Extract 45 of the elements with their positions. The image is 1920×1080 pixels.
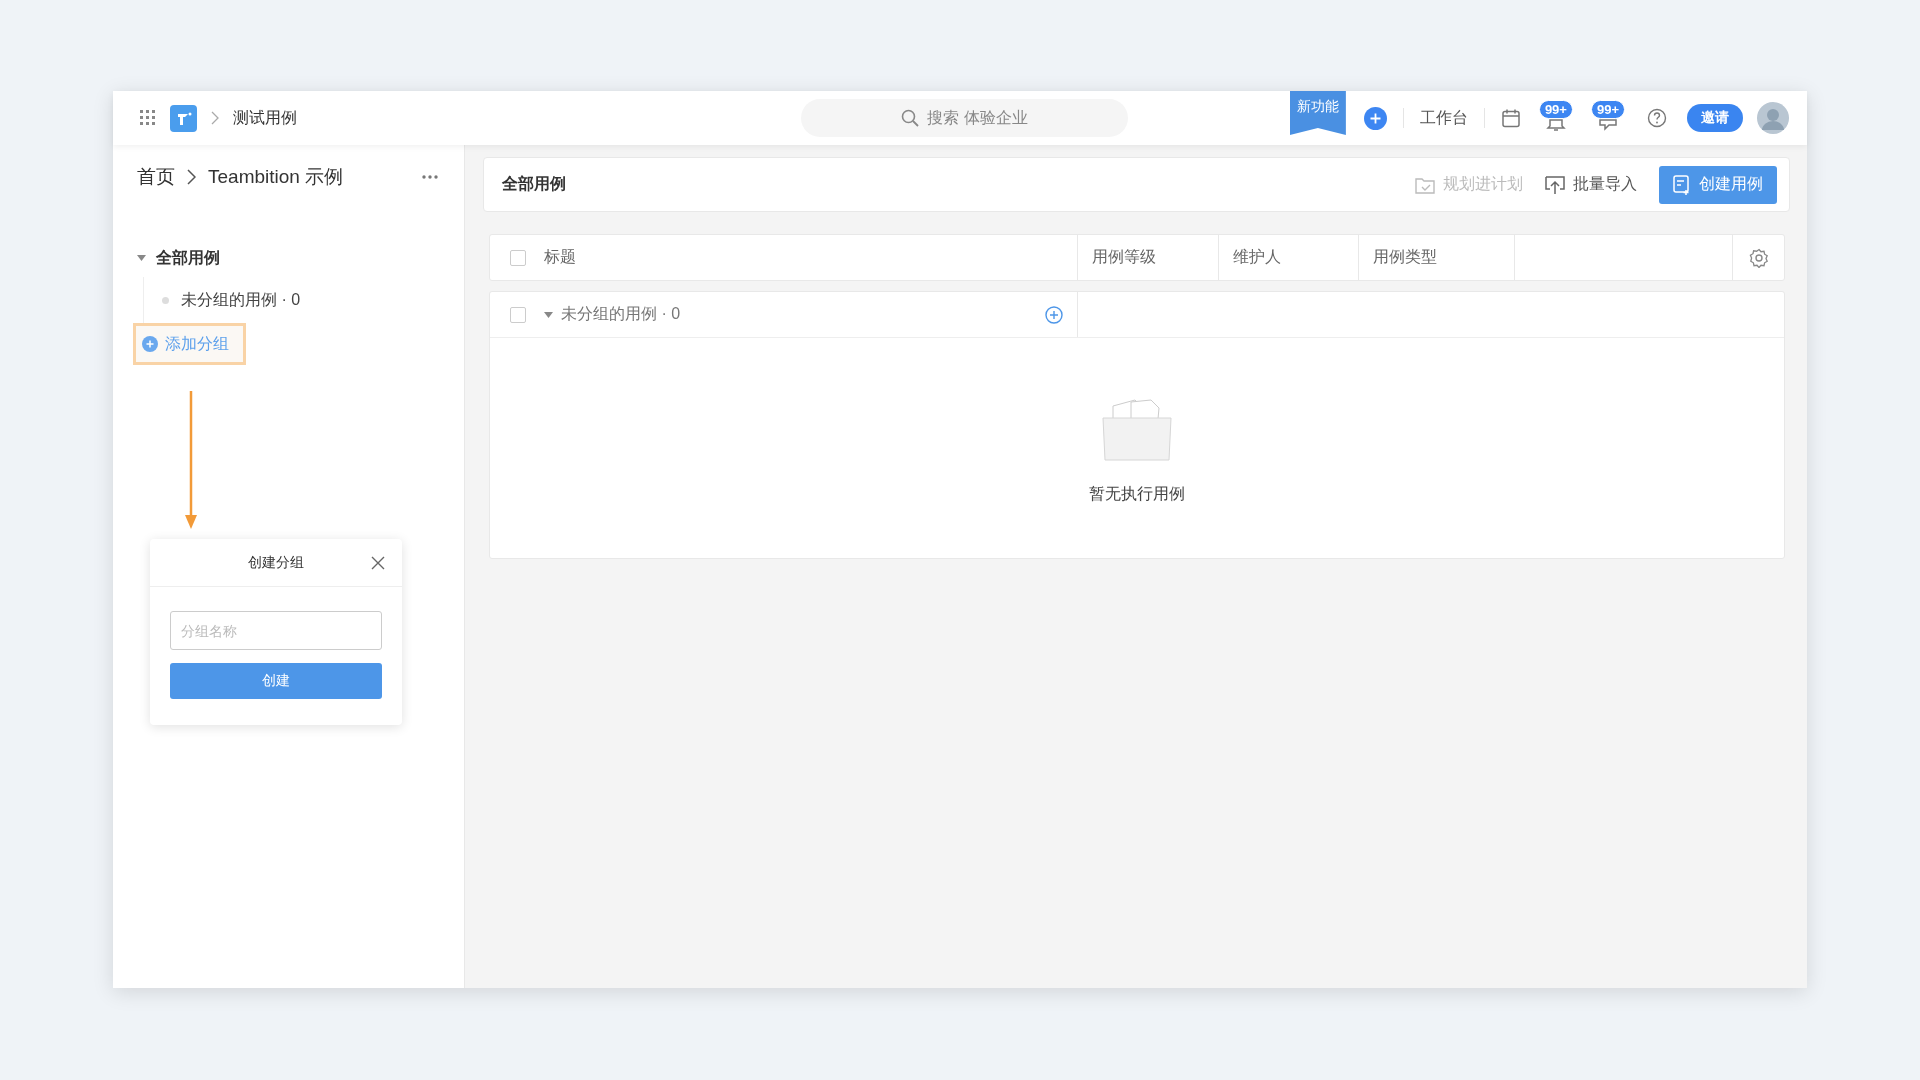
- column-header[interactable]: 用例等级: [1092, 247, 1156, 268]
- plus-circle-icon[interactable]: [1363, 106, 1387, 130]
- upload-icon: [1545, 174, 1565, 195]
- chat-icon[interactable]: [1597, 118, 1618, 131]
- count-badge: 99+: [1538, 99, 1573, 119]
- tree-item[interactable]: 全部用例: [137, 239, 220, 277]
- select-all-checkbox[interactable]: [510, 249, 526, 266]
- group-label: 未分组的用例 · 0: [561, 304, 682, 324]
- workbench-link[interactable]: 工作台: [1419, 107, 1468, 129]
- breadcrumb-link[interactable]: 首页: [137, 164, 175, 190]
- chevron-right-icon: [211, 111, 219, 125]
- document-plus-icon: [1673, 174, 1691, 195]
- search-icon: [901, 109, 920, 127]
- avatar-icon[interactable]: [1757, 102, 1789, 134]
- breadcrumb-link[interactable]: Teambition 示例: [208, 164, 344, 190]
- column-header[interactable]: 标题: [544, 247, 576, 268]
- page-title: 全部用例: [502, 174, 567, 194]
- count-badge: 99+: [1590, 99, 1625, 119]
- empty-state-text: 暂无执行用例: [1089, 484, 1185, 504]
- bell-icon[interactable]: [1545, 118, 1566, 131]
- caret-down-icon[interactable]: [544, 311, 553, 318]
- column-header[interactable]: 维护人: [1233, 247, 1281, 268]
- caret-down-icon[interactable]: [137, 255, 146, 261]
- new-feature-ribbon[interactable]: 新功能: [1289, 91, 1346, 135]
- plus-circle-icon: [142, 336, 158, 352]
- settings-icon[interactable]: [1748, 247, 1769, 268]
- group-name-field[interactable]: 分组名称: [170, 611, 382, 650]
- apps-grid-icon[interactable]: [140, 110, 156, 126]
- column-header[interactable]: 用例类型: [1373, 247, 1437, 268]
- add-case-icon[interactable]: [1045, 305, 1063, 324]
- popup-title: 创建分组: [248, 553, 304, 572]
- row-checkbox[interactable]: [510, 306, 526, 323]
- help-icon[interactable]: [1647, 108, 1667, 128]
- close-icon[interactable]: [371, 556, 385, 570]
- empty-folder-drawing: [1101, 398, 1173, 462]
- search-field[interactable]: 搜索 体验企业: [801, 99, 1128, 137]
- import-button[interactable]: 批量导入: [1545, 174, 1637, 195]
- breadcrumb-title[interactable]: 测试用例: [233, 107, 297, 129]
- chevron-right-icon: [187, 169, 196, 185]
- calendar-icon[interactable]: [1500, 108, 1521, 128]
- invite-button[interactable]: 邀请: [1687, 104, 1743, 132]
- bullet-icon: [162, 296, 169, 304]
- app-logo-icon[interactable]: [170, 104, 197, 132]
- more-icon[interactable]: [422, 175, 438, 179]
- tree-item[interactable]: 未分组的用例 · 0: [162, 277, 301, 323]
